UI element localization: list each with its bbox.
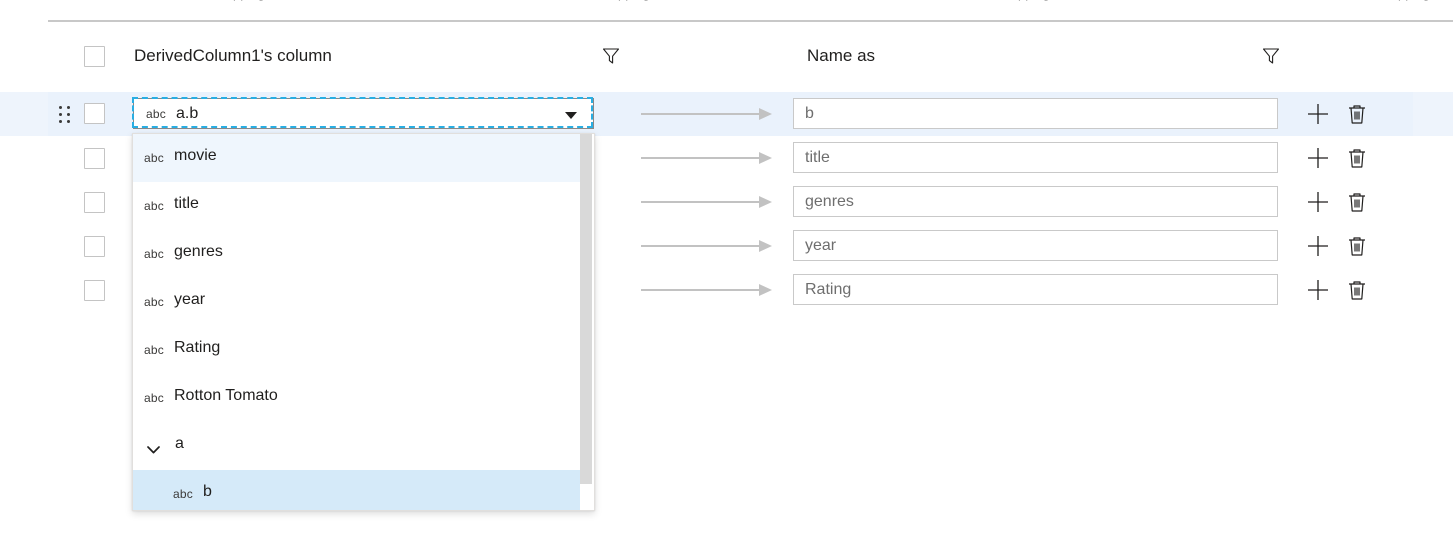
row-checkbox[interactable]	[84, 280, 105, 301]
column-header-name-as: Name as	[807, 46, 875, 66]
dropdown-option-label: Rotton Tomato	[174, 387, 278, 405]
trash-icon[interactable]	[1344, 189, 1370, 215]
source-column-dropdown[interactable]: abc movie abc title abc genres abc year …	[132, 133, 595, 511]
dropdown-option-label: title	[174, 195, 199, 213]
dropdown-option-group[interactable]: a	[133, 422, 580, 470]
clipped-text-3: Mapping	[1000, 0, 1050, 1]
clipped-text-1: Mapping	[215, 0, 265, 1]
drag-handle-icon[interactable]	[59, 106, 71, 123]
plus-icon[interactable]	[1305, 233, 1331, 259]
clipped-text-2: Mapping	[600, 0, 650, 1]
dropdown-option[interactable]: abc Rating	[133, 326, 580, 374]
dropdown-scrollbar-thumb[interactable]	[580, 134, 592, 484]
trash-icon[interactable]	[1344, 101, 1370, 127]
filter-funnel-icon-source[interactable]	[601, 46, 621, 66]
plus-icon[interactable]	[1305, 101, 1331, 127]
row-checkbox[interactable]	[84, 236, 105, 257]
mapping-arrow-icon	[641, 108, 772, 120]
mapping-arrow-icon	[641, 284, 772, 296]
chevron-down-icon[interactable]	[565, 112, 577, 119]
abc-type-icon: abc	[173, 487, 193, 501]
dropdown-option-label: movie	[174, 147, 217, 165]
plus-icon[interactable]	[1305, 277, 1331, 303]
row-checkbox[interactable]	[84, 103, 105, 124]
name-as-value: b	[805, 105, 814, 123]
name-as-value: year	[805, 237, 836, 255]
dropdown-option[interactable]: abc year	[133, 278, 580, 326]
dropdown-option-label: b	[203, 483, 212, 501]
select-all-checkbox[interactable]	[84, 46, 105, 67]
name-as-input[interactable]: Rating	[793, 274, 1278, 305]
dropdown-option[interactable]: abc genres	[133, 230, 580, 278]
row-checkbox[interactable]	[84, 148, 105, 169]
filter-funnel-icon-name-as[interactable]	[1261, 46, 1281, 66]
dropdown-option-label: Rating	[174, 339, 220, 357]
chevron-down-icon[interactable]	[147, 441, 160, 449]
column-mapping-panel: Mapping Mapping Mapping Mapping DerivedC…	[0, 0, 1453, 549]
mapping-arrow-icon	[641, 196, 772, 208]
dropdown-option-list: abc movie abc title abc genres abc year …	[133, 134, 580, 511]
plus-icon[interactable]	[1305, 145, 1331, 171]
abc-type-icon: abc	[144, 343, 164, 357]
name-as-input[interactable]: year	[793, 230, 1278, 261]
dropdown-option-label: genres	[174, 243, 223, 261]
header-divider	[48, 20, 1453, 22]
dropdown-option[interactable]: abc Rotton Tomato	[133, 374, 580, 422]
mapping-arrow-icon	[641, 240, 772, 252]
dropdown-option[interactable]: abc title	[133, 182, 580, 230]
name-as-value: title	[805, 149, 830, 167]
focus-ring	[132, 97, 593, 128]
mapping-arrow-icon	[641, 152, 772, 164]
clipped-top-strip: Mapping Mapping Mapping Mapping	[0, 0, 1453, 14]
trash-icon[interactable]	[1344, 145, 1370, 171]
abc-type-icon: abc	[144, 151, 164, 165]
plus-icon[interactable]	[1305, 189, 1331, 215]
source-column-combobox[interactable]: abc a.b	[133, 98, 594, 129]
column-header-source: DerivedColumn1's column	[134, 46, 332, 66]
dropdown-option[interactable]: abc b	[133, 470, 580, 511]
abc-type-icon: abc	[144, 295, 164, 309]
dropdown-scrollbar[interactable]	[580, 134, 592, 510]
row-checkbox[interactable]	[84, 192, 105, 213]
dropdown-option-label: year	[174, 291, 205, 309]
trash-icon[interactable]	[1344, 277, 1370, 303]
trash-icon[interactable]	[1344, 233, 1370, 259]
name-as-input[interactable]: b	[793, 98, 1278, 129]
abc-type-icon: abc	[144, 247, 164, 261]
abc-type-icon: abc	[146, 107, 166, 121]
clipped-text-4: Mapping	[1380, 0, 1430, 1]
name-as-value: Rating	[805, 281, 851, 299]
name-as-input[interactable]: genres	[793, 186, 1278, 217]
name-as-value: genres	[805, 193, 854, 211]
abc-type-icon: abc	[144, 391, 164, 405]
abc-type-icon: abc	[144, 199, 164, 213]
clipped-top-strip-content: Mapping Mapping Mapping Mapping	[0, 0, 1453, 14]
dropdown-option-group-label: a	[175, 435, 184, 453]
source-column-value: a.b	[176, 105, 198, 123]
dropdown-option[interactable]: abc movie	[133, 134, 580, 182]
name-as-input[interactable]: title	[793, 142, 1278, 173]
